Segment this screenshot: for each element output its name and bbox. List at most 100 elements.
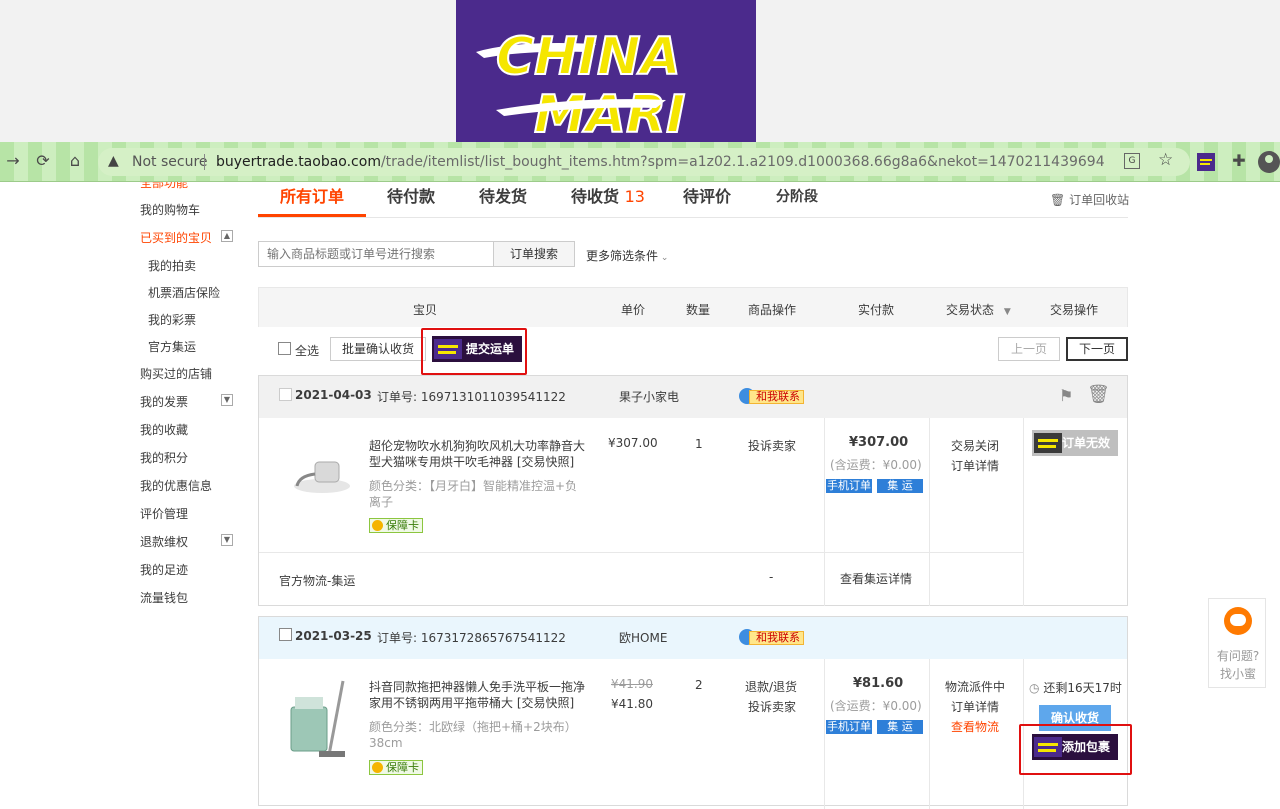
bulk-actions-row: 全选 批量确认收货 提交运单 上一页 下一页: [258, 327, 1128, 375]
expand-toggle-icon[interactable]: ▼: [221, 394, 233, 406]
tab-pending-payment[interactable]: 待付款: [372, 186, 450, 218]
tab-pending-review[interactable]: 待评价: [668, 186, 746, 218]
unit-price: ¥41.80: [611, 697, 653, 711]
sidebar-item-auction[interactable]: 我的拍卖: [148, 257, 196, 274]
url-host: buyertrade.taobao.com: [216, 154, 381, 170]
expand-toggle-icon[interactable]: ▼: [221, 534, 233, 546]
order-header: 2021-03-25 订单号: 1673172865767541122 欧HOM…: [259, 617, 1127, 659]
sidebar-item-shops[interactable]: 购买过的店铺: [140, 365, 212, 382]
sidebar-item-footprints[interactable]: 我的足迹: [140, 561, 188, 578]
more-filters-link[interactable]: 更多筛选条件 ⌄: [586, 247, 668, 264]
sidebar-item-lottery[interactable]: 我的彩票: [148, 311, 196, 328]
order-date: 2021-03-25: [295, 629, 372, 643]
reload-icon[interactable]: ⟳: [32, 150, 54, 172]
help-assistant-label: 找小蜜: [1219, 667, 1256, 681]
highlight-box-submit-waybill: [421, 328, 527, 375]
tab-pending-receipt[interactable]: 待收货 13: [560, 186, 656, 218]
sidebar-item-coupons[interactable]: 我的优惠信息: [140, 477, 212, 494]
shipping-fee: (含运费：¥0.00): [830, 699, 922, 713]
order-checkbox[interactable]: [279, 628, 292, 641]
sidebar-item-data-wallet[interactable]: 流量钱包: [140, 589, 188, 606]
order-card: 2021-04-03 订单号: 1697131011039541122 果子小家…: [258, 375, 1128, 606]
security-label: Not secure: [132, 154, 208, 170]
order-number-value: 1697131011039541122: [420, 390, 566, 404]
address-bar[interactable]: ▲ Not secure buyertrade.taobao.com/trade…: [98, 148, 1190, 176]
next-page-button[interactable]: 下一页: [1066, 337, 1128, 361]
cell-divider: [824, 418, 825, 606]
tab-pending-shipment[interactable]: 待发货: [464, 186, 542, 218]
tab-count-badge: 13: [624, 187, 645, 206]
col-status[interactable]: 交易状态 ▼: [946, 301, 1011, 318]
cell-divider: [929, 418, 930, 606]
recycle-bin-label: 订单回收站: [1069, 193, 1130, 207]
cell-divider: [1023, 418, 1024, 606]
view-logistics-link[interactable]: 查看物流: [951, 718, 999, 735]
order-checkbox[interactable]: [279, 388, 292, 401]
consolidation-detail-link[interactable]: 查看集运详情: [840, 570, 912, 587]
order-detail-link[interactable]: 订单详情: [951, 698, 999, 715]
sidebar-item-consolidation[interactable]: 官方集运: [148, 338, 196, 355]
product-attributes: 颜色分类：北欧绿（拖把+桶+2块布）38cm: [369, 720, 577, 750]
select-all-checkbox[interactable]: [278, 342, 291, 355]
sidebar-item-bought[interactable]: 已买到的宝贝: [140, 229, 212, 246]
extension-china-mari-icon[interactable]: [1197, 153, 1215, 171]
col-trade-action: 交易操作: [1050, 303, 1099, 317]
quantity: 1: [695, 437, 703, 451]
delete-trash-icon[interactable]: 🗑: [1087, 384, 1110, 405]
batch-confirm-receipt-button[interactable]: 批量确认收货: [330, 337, 426, 361]
product-title-link[interactable]: 抖音同款拖把神器懒人免手洗平板一拖净家用不锈钢两用平拖带桶大 [交易快照]: [369, 679, 589, 711]
bookmark-star-icon[interactable]: ☆: [1158, 150, 1173, 170]
unit-price: ¥307.00: [608, 436, 658, 450]
contact-label: 和我联系: [749, 631, 804, 645]
refund-return-link[interactable]: 退款/退货: [745, 678, 797, 695]
prev-page-button[interactable]: 上一页: [998, 337, 1060, 361]
sidebar-item-favorites[interactable]: 我的收藏: [140, 421, 188, 438]
tab-installments[interactable]: 分阶段: [760, 186, 834, 218]
svg-text:CHINA: CHINA: [496, 27, 681, 87]
shop-name-link[interactable]: 果子小家电: [619, 388, 679, 405]
sidebar-item-invoice[interactable]: 我的发票: [140, 393, 188, 410]
sidebar-item-travel[interactable]: 机票酒店保险: [148, 284, 220, 301]
remaining-time: 还剩16天17时: [1043, 681, 1122, 695]
flag-icon[interactable]: ⚑: [1059, 386, 1073, 405]
order-number: 订单号: 1697131011039541122: [377, 388, 566, 405]
order-search-input[interactable]: [258, 241, 494, 267]
translate-icon[interactable]: G: [1124, 153, 1140, 169]
product-thumbnail[interactable]: [289, 456, 355, 496]
url-path: /trade/itemlist/list_bought_items.htm?sp…: [380, 154, 1105, 170]
guarantee-card-badge[interactable]: 保障卡: [369, 518, 423, 533]
help-assistant-widget[interactable]: 有问题? 找小蜜: [1208, 598, 1266, 688]
tab-label: 待收货: [571, 187, 620, 206]
china-mari-icon: [1034, 433, 1062, 453]
sidebar-item-points[interactable]: 我的积分: [140, 449, 188, 466]
order-search-button[interactable]: 订单搜索: [493, 241, 575, 267]
more-filters-label: 更多筛选条件: [586, 249, 659, 263]
product-thumbnail[interactable]: [285, 677, 351, 761]
collapse-toggle-icon[interactable]: ▲: [221, 230, 233, 242]
sidebar-item-reviews[interactable]: 评价管理: [140, 505, 188, 522]
url-text[interactable]: buyertrade.taobao.com/trade/itemlist/lis…: [216, 154, 1105, 170]
highlight-box-add-package: [1019, 724, 1132, 775]
countdown: ◷ 还剩16天17时: [1029, 679, 1122, 696]
complain-seller-link[interactable]: 投诉卖家: [748, 437, 796, 454]
recycle-bin-link[interactable]: 🗑 订单回收站: [1050, 191, 1129, 208]
home-icon[interactable]: ⌂: [64, 150, 86, 172]
trade-status: 物流派件中: [945, 680, 1006, 694]
shop-name-link[interactable]: 欧HOME: [619, 629, 667, 646]
guarantee-card-badge[interactable]: 保障卡: [369, 760, 423, 775]
shipping-fee: (含运费：¥0.00): [830, 458, 922, 472]
product-title-link[interactable]: 超伦宠物吹水机狗狗吹风机大功率静音大型犬猫咪专用烘干吹毛神器 [交易快照]: [369, 438, 589, 470]
sidebar-item-cart[interactable]: 我的购物车: [140, 201, 200, 218]
profile-avatar-icon[interactable]: [1258, 151, 1280, 173]
order-date: 2021-04-03: [295, 388, 372, 402]
caret-down-icon: ▼: [1003, 307, 1011, 317]
complain-seller-link[interactable]: 投诉卖家: [748, 698, 796, 715]
order-number-label: 订单号:: [377, 390, 418, 404]
order-detail-link[interactable]: 订单详情: [951, 457, 999, 474]
order-invalid-button: 订单无效: [1032, 430, 1118, 456]
forward-icon[interactable]: →: [2, 150, 24, 172]
sidebar-item-refunds[interactable]: 退款维权: [140, 533, 188, 550]
warning-icon: ▲: [108, 153, 119, 169]
mobile-order-tag: 手机订单: [826, 479, 872, 493]
extensions-puzzle-icon[interactable]: ✚: [1228, 150, 1250, 172]
